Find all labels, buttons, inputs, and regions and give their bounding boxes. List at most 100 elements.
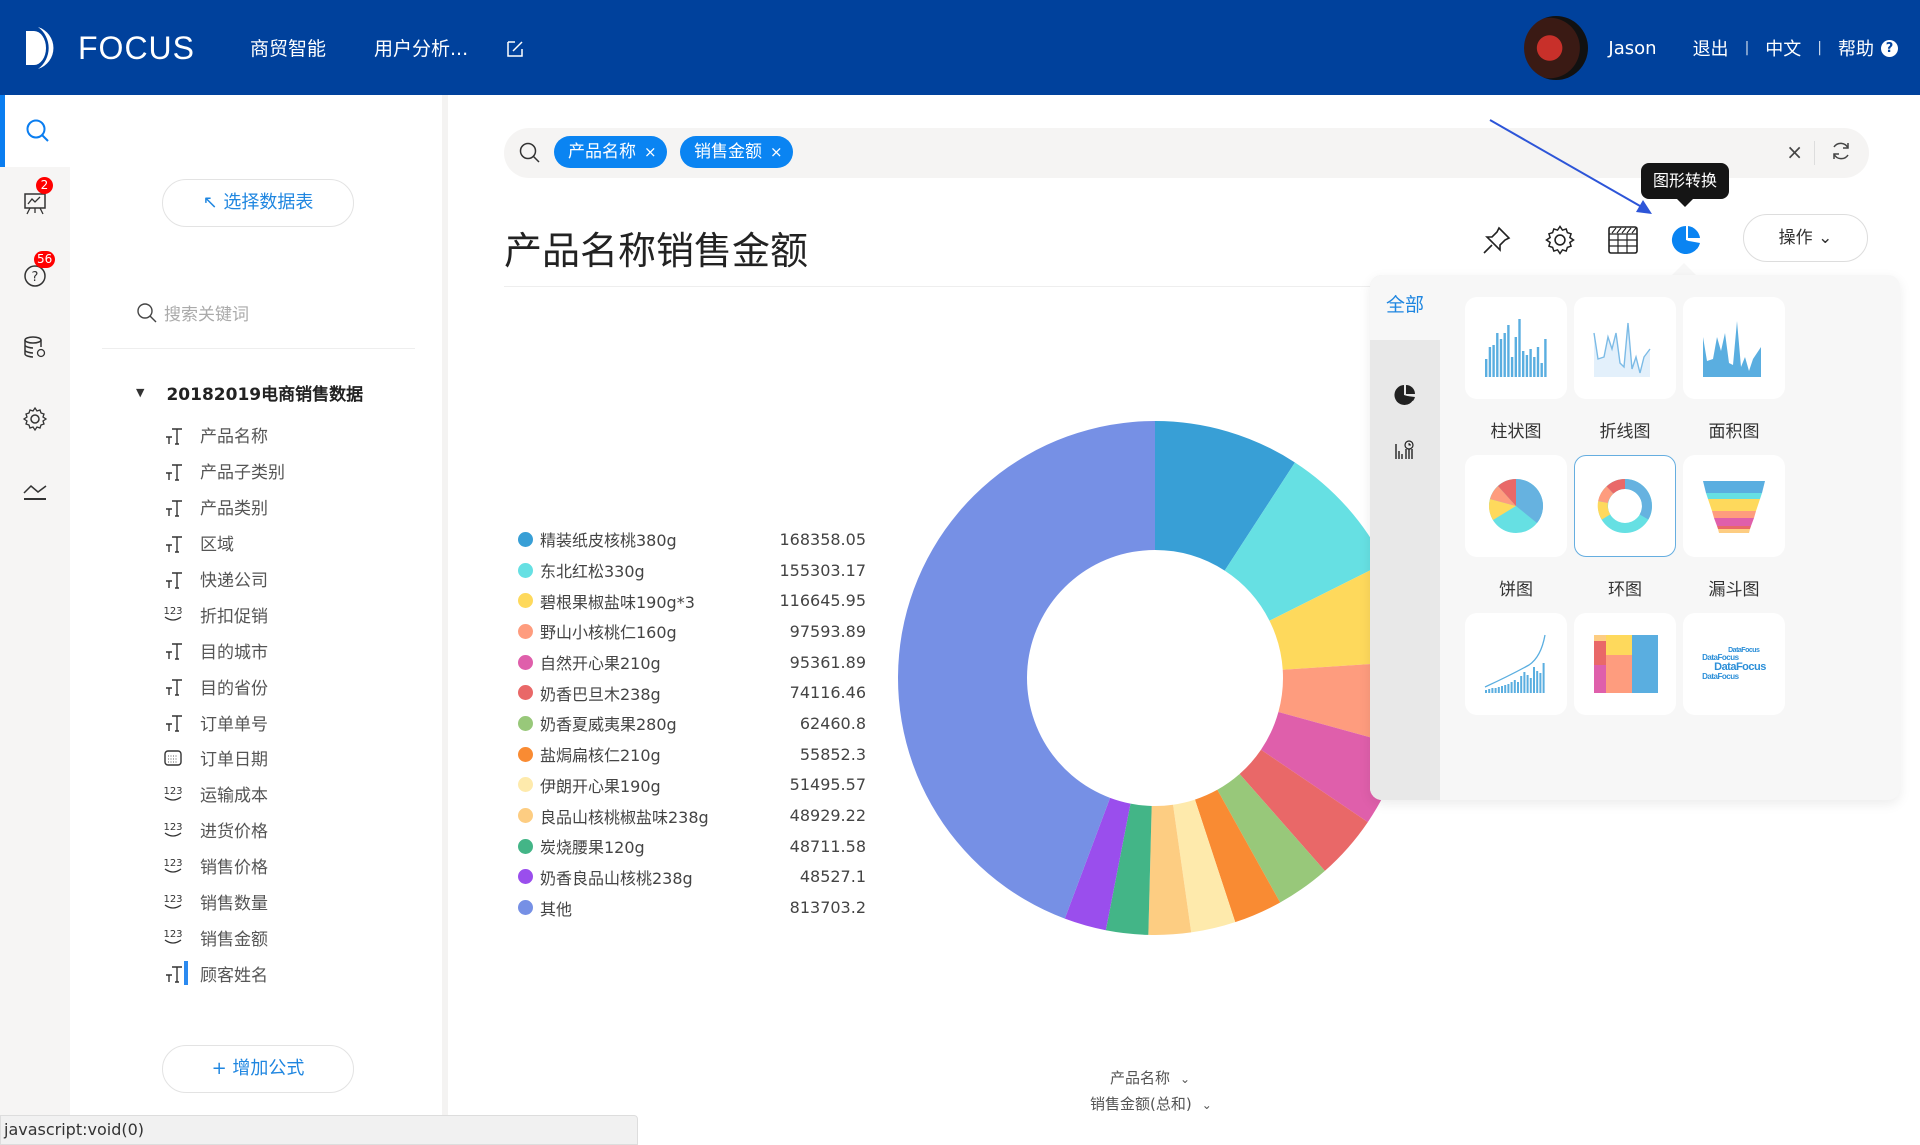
field-item[interactable]: 123 折扣促销	[162, 596, 285, 632]
svg-text:123: 123	[163, 894, 182, 905]
legend-item[interactable]: 炭烧腰果120g 48711.58	[518, 831, 866, 862]
category-tab-pie[interactable]	[1370, 370, 1440, 420]
pie-chart-icon[interactable]	[1465, 455, 1567, 557]
logout-link[interactable]: 退出	[1693, 35, 1729, 61]
legend-item[interactable]: 奶香良品山核桃238g 48527.1	[518, 862, 866, 893]
chart-type-option[interactable]: 饼图	[1465, 455, 1567, 600]
iconbar-trend[interactable]	[0, 455, 70, 527]
dimension-selector[interactable]: 产品名称 ⌄	[1110, 1067, 1190, 1088]
add-formula-button[interactable]: + 增加公式	[162, 1045, 354, 1093]
funnel-chart-icon[interactable]	[1683, 455, 1785, 557]
legend-label: 碧根果椒盐味190g*3	[540, 592, 695, 612]
field-item[interactable]: 123 进货价格	[162, 812, 285, 848]
word-cloud-icon[interactable]: DataFocus DataFocus DataFocus DataFocus	[1683, 613, 1785, 715]
chart-type-option[interactable]: 面积图	[1683, 297, 1785, 442]
field-item[interactable]: 订单单号	[162, 704, 285, 740]
edit-icon[interactable]	[504, 38, 526, 60]
svg-text:123: 123	[163, 822, 182, 833]
refresh-icon[interactable]	[1829, 139, 1853, 163]
legend-item[interactable]: 盐焗扁核仁210g 55852.3	[518, 739, 866, 770]
text-field-icon	[162, 639, 184, 661]
chevron-down-icon[interactable]: ⌄	[1202, 1098, 1212, 1112]
keyword-search[interactable]: 搜索关键词	[136, 300, 249, 325]
pin-button[interactable]	[1479, 222, 1515, 258]
chart-type-option[interactable]: 环图	[1574, 455, 1676, 600]
legend-value: 813703.2	[789, 898, 866, 918]
iconbar-dashboard[interactable]: 2	[0, 167, 70, 239]
chart-switch-button[interactable]	[1668, 222, 1704, 258]
avatar[interactable]	[1524, 16, 1589, 80]
chart-type-option[interactable]: 漏斗图	[1683, 455, 1785, 600]
field-item[interactable]: 产品类别	[162, 489, 285, 525]
line-chart-icon[interactable]	[1574, 297, 1676, 399]
user-name[interactable]: Jason	[1608, 38, 1656, 59]
legend-item[interactable]: 精装纸皮核桃380g 168358.05	[518, 524, 866, 555]
iconbar-help[interactable]: ? 56	[0, 239, 70, 311]
field-item[interactable]: 123 销售金额	[162, 919, 285, 955]
field-item[interactable]: 产品子类别	[162, 453, 285, 489]
legend-item[interactable]: 自然开心果210g 95361.89	[518, 647, 866, 678]
legend-item[interactable]: 东北红松330g 155303.17	[518, 555, 866, 586]
nav-item-user-analysis[interactable]: 用户分析...	[374, 34, 468, 61]
legend-item[interactable]: 奶香夏威夷果280g 62460.8	[518, 708, 866, 739]
legend-color-dot	[518, 562, 533, 578]
iconbar-settings[interactable]	[0, 383, 70, 455]
separator: |	[1744, 40, 1750, 56]
area-chart-icon[interactable]	[1683, 297, 1785, 399]
legend-value: 48711.58	[789, 836, 866, 856]
help-icon[interactable]: ?	[1881, 39, 1898, 57]
nav-item-trade-intelligence[interactable]: 商贸智能	[250, 34, 326, 61]
help-link[interactable]: 帮助	[1838, 35, 1874, 61]
field-item[interactable]: 顾客姓名	[162, 955, 285, 991]
chart-type-label: 漏斗图	[1708, 580, 1760, 600]
logo[interactable]: FOCUS	[24, 25, 195, 71]
category-tab-time-series[interactable]	[1370, 425, 1440, 475]
chip-close-icon[interactable]: ×	[644, 143, 657, 161]
legend-item[interactable]: 碧根果椒盐味190g*3 116645.95	[518, 585, 866, 616]
category-tab-all[interactable]: 全部	[1370, 275, 1440, 340]
chevron-down-icon[interactable]: ⌄	[1180, 1072, 1190, 1086]
measure-selector[interactable]: 销售金额(总和) ⌄	[1090, 1093, 1212, 1114]
chart-type-option[interactable]: DataFocus DataFocus DataFocus DataFocus	[1683, 613, 1785, 733]
chart-type-option[interactable]: 折线图	[1574, 297, 1676, 442]
chip-close-icon[interactable]: ×	[770, 143, 783, 161]
pareto-chart-icon[interactable]	[1465, 613, 1567, 715]
field-item[interactable]: 123 运输成本	[162, 776, 285, 812]
chip-label: 销售金额	[694, 142, 762, 162]
treemap-chart-icon[interactable]	[1574, 613, 1676, 715]
search-chip[interactable]: 产品名称 ×	[554, 136, 667, 168]
chart-type-option[interactable]	[1574, 613, 1676, 733]
legend-label: 精装纸皮核桃380g	[540, 531, 677, 551]
field-item[interactable]: 订单日期	[162, 740, 285, 776]
table-view-button[interactable]	[1605, 222, 1641, 258]
field-item[interactable]: 快递公司	[162, 561, 285, 597]
donut-chart-icon[interactable]	[1574, 455, 1676, 557]
field-item[interactable]: 123 销售数量	[162, 884, 285, 920]
field-item[interactable]: 目的省份	[162, 668, 285, 704]
clear-search-icon[interactable]: ×	[1786, 140, 1803, 164]
operations-dropdown[interactable]: 操作 ⌄	[1743, 214, 1868, 262]
legend-item[interactable]: 其他 813703.2	[518, 892, 866, 923]
field-item[interactable]: 产品名称	[162, 417, 285, 453]
table-tree-node[interactable]: ▼ 20182019电商销售数据	[136, 380, 363, 405]
field-item[interactable]: 区域	[162, 525, 285, 561]
chart-type-option[interactable]: 柱状图	[1465, 297, 1567, 442]
keyword-search-input[interactable]: 搜索关键词	[164, 300, 249, 325]
search-chip[interactable]: 销售金额 ×	[680, 136, 793, 168]
iconbar-data-source[interactable]	[0, 311, 70, 383]
chart-type-label: 饼图	[1499, 580, 1533, 600]
select-table-button[interactable]: ↖ 选择数据表	[162, 179, 354, 227]
caret-down-icon[interactable]: ▼	[136, 386, 144, 399]
legend-item[interactable]: 奶香巴旦木238g 74116.46	[518, 677, 866, 708]
settings-button[interactable]	[1542, 222, 1578, 258]
iconbar-search[interactable]	[0, 95, 70, 167]
legend-item[interactable]: 伊朗开心果190g 51495.57	[518, 770, 866, 801]
field-item[interactable]: 123 销售价格	[162, 848, 285, 884]
chart-type-option[interactable]	[1465, 613, 1567, 733]
language-link[interactable]: 中文	[1765, 35, 1801, 61]
bar-chart-icon[interactable]	[1465, 297, 1567, 399]
legend-item[interactable]: 野山小核桃仁160g 97593.89	[518, 616, 866, 647]
field-item[interactable]: 目的城市	[162, 632, 285, 668]
field-name: 进货价格	[200, 822, 268, 843]
legend-item[interactable]: 良品山核桃椒盐味238g 48929.22	[518, 800, 866, 831]
